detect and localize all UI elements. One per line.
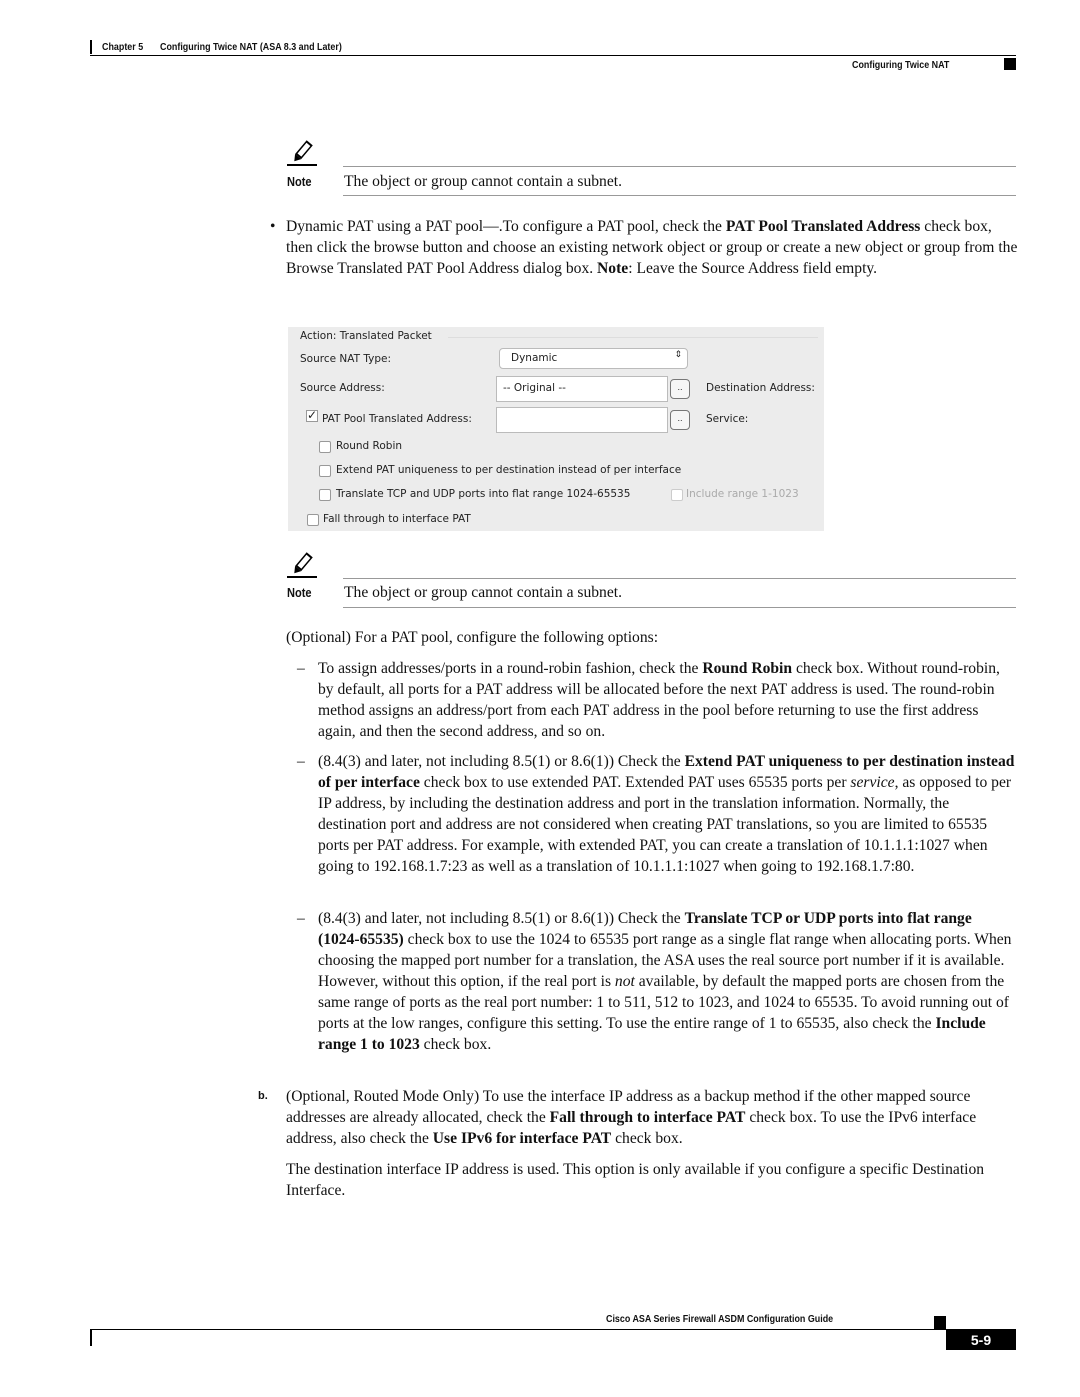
translate-flat-label: Translate TCP and UDP ports into flat ra… [336, 488, 631, 500]
text-run: (8.4(3) and later, not including 8.5(1) … [318, 753, 685, 770]
footer-block [934, 1316, 946, 1330]
italic-text: service [850, 774, 895, 791]
text-run: (8.4(3) and later, not including 8.5(1) … [318, 910, 685, 927]
updown-chevron-icon: ⇕ [674, 350, 682, 360]
pat-pool-browse-button[interactable]: .. [670, 410, 690, 430]
note-text: The object or group cannot contain a sub… [344, 173, 622, 190]
text-run: check box. [419, 1036, 492, 1053]
text-run: To assign addresses/ports in a round-rob… [318, 660, 703, 677]
step-label: b. [258, 1090, 268, 1102]
bullet-dot: • [270, 218, 276, 235]
source-address-input[interactable]: -- Original -- [496, 376, 668, 402]
source-address-value: -- Original -- [503, 382, 566, 394]
round-robin-checkbox[interactable] [319, 441, 331, 453]
source-address-label: Source Address: [300, 382, 385, 394]
note-text: The object or group cannot contain a sub… [344, 584, 622, 601]
destination-address-label: Destination Address: [706, 382, 815, 394]
pat-pool-label: PAT Pool Translated Address: [322, 413, 472, 425]
include-range-checkbox[interactable] [671, 489, 683, 501]
text-run: Dynamic PAT using a PAT pool—.To configu… [286, 218, 726, 235]
round-robin-label: Round Robin [336, 440, 403, 452]
option-extend-pat: (8.4(3) and later, not including 8.5(1) … [318, 751, 1016, 877]
dash-marker: – [297, 753, 305, 770]
italic-text: not [614, 973, 635, 990]
note-rule-top [343, 578, 1016, 579]
include-range-label: Include range 1-1023 [686, 488, 799, 500]
text-run: : Leave the Source Address field empty. [628, 260, 878, 277]
pat-pool-input[interactable] [496, 407, 668, 433]
header-bar [90, 40, 92, 54]
bold-text: Fall through to interface PAT [549, 1109, 746, 1126]
section-title: Configuring Twice NAT [852, 59, 950, 71]
option-flat-range: (8.4(3) and later, not including 8.5(1) … [318, 908, 1016, 1055]
source-nat-type-label: Source NAT Type: [300, 353, 392, 365]
bold-text: Note [597, 260, 629, 277]
bullet-paragraph: Dynamic PAT using a PAT pool—.To configu… [286, 216, 1018, 279]
footer-bar [90, 1330, 92, 1346]
bold-text: PAT Pool Translated Address [725, 218, 921, 235]
guide-title: Cisco ASA Series Firewall ASDM Configura… [606, 1313, 834, 1325]
note-rule-top [343, 166, 1016, 167]
text-run: check box to use extended PAT. Extended … [419, 774, 851, 791]
fall-through-checkbox[interactable] [307, 514, 319, 526]
dash-marker: – [297, 660, 305, 677]
optional-paragraph: (Optional) For a PAT pool, configure the… [286, 629, 659, 646]
note-label: Note [287, 585, 312, 600]
bold-text: Round Robin [702, 660, 793, 677]
step-b-paragraph: (Optional, Routed Mode Only) To use the … [286, 1086, 1018, 1149]
option-round-robin: To assign addresses/ports in a round-rob… [318, 658, 1016, 742]
checkmark-icon: ✓ [306, 408, 318, 422]
group-rule [448, 337, 818, 338]
group-title: Action: Translated Packet [300, 330, 432, 342]
source-nat-type-select[interactable]: Dynamic ⇕ [499, 348, 688, 369]
pencil-icon [287, 140, 317, 166]
text-run: check box. [611, 1130, 683, 1147]
pencil-icon [287, 552, 317, 578]
chapter-title: Configuring Twice NAT (ASA 8.3 and Later… [160, 41, 342, 53]
header-block [1004, 58, 1016, 70]
translated-packet-panel: Action: Translated Packet Source NAT Typ… [288, 327, 824, 531]
fall-through-label: Fall through to interface PAT [323, 513, 471, 525]
header-rule [90, 55, 1016, 56]
source-nat-type-value: Dynamic [511, 352, 558, 364]
dash-marker: – [297, 910, 305, 927]
bold-text: Use IPv6 for interface PAT [432, 1130, 612, 1147]
pat-pool-checkbox[interactable]: ✓ [306, 408, 318, 423]
final-paragraph: The destination interface IP address is … [286, 1161, 985, 1199]
extend-pat-label: Extend PAT uniqueness to per destination… [336, 464, 682, 476]
note-rule-bottom [343, 607, 1016, 608]
service-label: Service: [706, 413, 749, 425]
document-page: Chapter 5 Configuring Twice NAT (ASA 8.3… [0, 0, 1080, 1397]
note-label: Note [287, 174, 312, 189]
chapter-label: Chapter 5 [102, 41, 144, 53]
page-number: 5-9 [946, 1330, 1016, 1350]
extend-pat-checkbox[interactable] [319, 465, 331, 477]
footer-rule [90, 1329, 1016, 1330]
source-address-browse-button[interactable]: .. [670, 379, 690, 399]
note-rule-bottom [343, 195, 1016, 196]
translate-flat-checkbox[interactable] [319, 489, 331, 501]
